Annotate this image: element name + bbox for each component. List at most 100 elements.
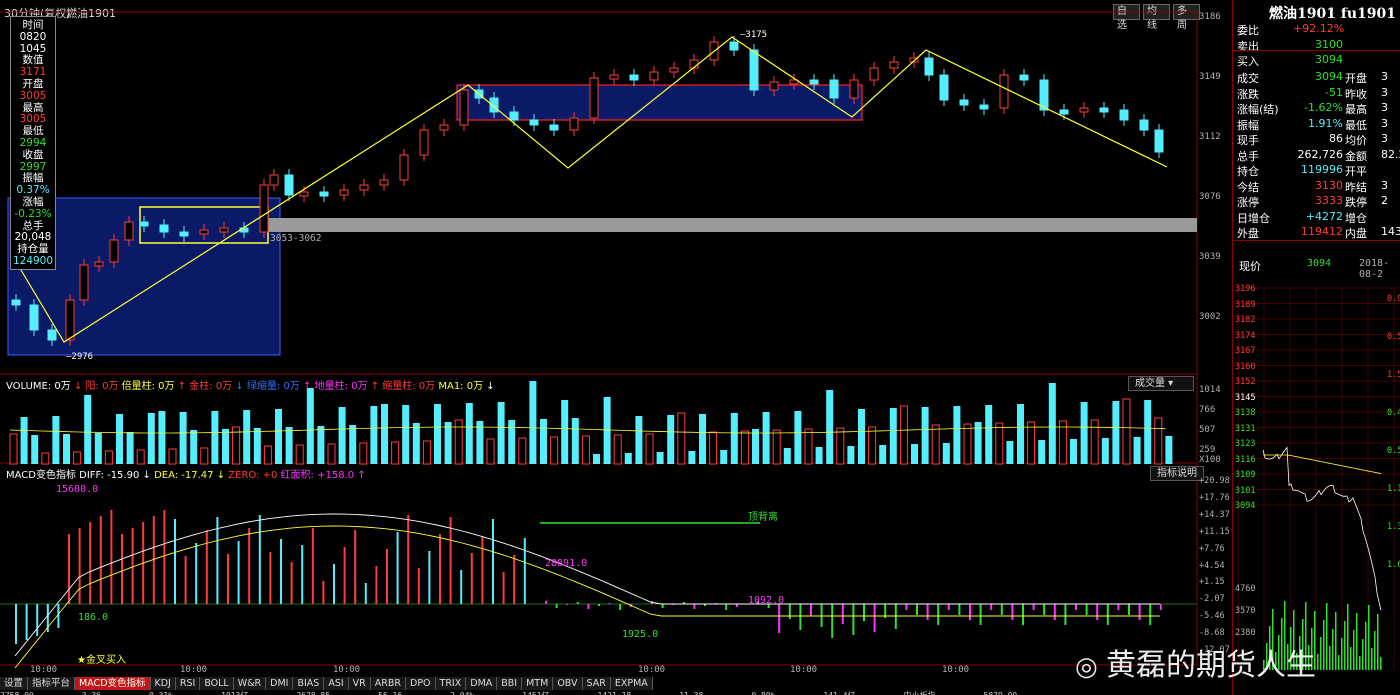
macd-bar	[216, 517, 219, 604]
candle-body	[1059, 109, 1069, 115]
intraday-tick: 3101	[1235, 485, 1256, 496]
indicator-tab[interactable]: TRIX	[435, 677, 467, 690]
candle-body	[459, 89, 469, 126]
volume-bar	[699, 414, 706, 464]
candle-body	[959, 99, 969, 106]
intraday-tick: 3109	[1235, 470, 1256, 480]
macd-bar	[1159, 604, 1162, 610]
macd-bar	[788, 604, 791, 619]
volume-bar	[613, 434, 622, 465]
macd-bar	[439, 534, 441, 604]
quote-label: 增仓	[1345, 211, 1367, 225]
macd-bar	[555, 604, 558, 608]
volume-bar	[783, 448, 791, 464]
volume-bar	[253, 428, 261, 464]
indicator-tab[interactable]: ARBR	[370, 677, 406, 690]
quote-label: 涨跌	[1237, 87, 1259, 101]
time-tick: 10:00	[790, 665, 818, 675]
volume-bar	[434, 404, 441, 464]
macd-bar	[820, 604, 823, 627]
indicator-tab[interactable]: KDJ	[150, 677, 176, 690]
quote-label: 涨停	[1237, 196, 1259, 209]
indicator-tab[interactable]: DPO	[406, 677, 436, 690]
macd-bar	[799, 604, 802, 630]
volume-header: VOLUME: 0万 ↓ 阳: 0万 倍量柱: 0万 ↑ 金柱: 0万 ↓ 绿缩…	[6, 377, 495, 392]
candle-body	[439, 124, 449, 131]
macd-bar	[619, 604, 622, 610]
macd-bar	[407, 515, 410, 604]
macd-bar	[280, 539, 282, 604]
quote-value: 3333	[1315, 194, 1343, 207]
macd-bar	[248, 528, 251, 604]
intraday-vol-bar	[1332, 629, 1334, 670]
indicator-tab[interactable]: 设置	[0, 677, 29, 690]
volume-bar	[1154, 417, 1163, 465]
candle-body	[1099, 107, 1109, 113]
macd-header-item: MACD变色指标	[6, 470, 80, 481]
indicator-tab[interactable]: BOLL	[200, 677, 234, 690]
indicator-tab[interactable]: EXPMA	[610, 677, 653, 690]
quote-label: 总手	[1237, 149, 1259, 163]
indicator-tab[interactable]: SAR	[582, 677, 611, 690]
indicator-tab[interactable]: DMI	[266, 677, 294, 690]
macd-header-item: DIFF: -15.90 ↓	[79, 470, 155, 481]
intraday-vol-bar	[1368, 605, 1370, 670]
macd-bar	[121, 534, 123, 604]
volume-bar	[1090, 419, 1099, 465]
price-chart[interactable]	[0, 0, 1230, 695]
quote-label: 成交	[1237, 72, 1259, 85]
indicator-tab[interactable]: BBI	[497, 677, 523, 690]
macd-bar	[1043, 604, 1046, 615]
quote-label: 现手	[1237, 134, 1259, 147]
indicator-dropdown[interactable]: 成交量 ▾	[1128, 376, 1194, 391]
volume-bar	[1027, 421, 1036, 465]
macd-bar	[894, 604, 897, 629]
intraday-tick: 3160	[1235, 361, 1256, 372]
indicator-tab[interactable]: BIAS	[293, 677, 325, 690]
indicator-tab[interactable]: VR	[348, 677, 371, 690]
quote-label: 涨幅(结)	[1237, 103, 1279, 116]
status-strip: 2758.00 3.36 0.31% 1013亿 2678.85 55.16 2.04% 14…	[0, 690, 1230, 695]
indicator-tab[interactable]: W&R	[233, 677, 267, 690]
macd-tick: +7.76	[1199, 543, 1225, 554]
indicator-tab[interactable]: 指标平台	[28, 677, 76, 690]
macd-bar	[36, 604, 39, 636]
candle-body	[94, 261, 104, 267]
indicator-tab[interactable]: RSI	[175, 677, 201, 690]
crosshair-info-box: 时间 0820 1045 数值 3171 开盘 3005 最高 3005 最低 2994 收盘 2997…	[10, 16, 56, 270]
macd-label-d: 1925.0	[622, 629, 659, 640]
status-item: 0.80%	[751, 691, 775, 695]
macd-bar	[492, 519, 494, 604]
quote-value: 3	[1381, 132, 1388, 145]
volume-bar	[486, 438, 495, 465]
volume-bar	[126, 432, 134, 464]
candle-body	[79, 264, 89, 301]
candle-body	[269, 174, 279, 186]
macd-bar	[110, 510, 113, 604]
macd-histogram	[15, 510, 1162, 644]
quote-label: 买入	[1237, 55, 1259, 68]
volume-header-item: ↑ 金柱: 0万	[177, 381, 236, 392]
volume-bar	[200, 447, 209, 465]
macd-bar	[481, 536, 484, 604]
intraday-vol-bar	[1353, 630, 1355, 670]
candle-body	[1019, 74, 1029, 81]
indicator-help-button[interactable]: 指标说明	[1150, 466, 1204, 481]
candle-body	[529, 119, 539, 126]
candle-body	[979, 104, 989, 110]
status-item: 2678.85	[296, 691, 330, 695]
intraday-chart[interactable]	[1233, 280, 1400, 675]
candle-body	[729, 41, 739, 51]
indicator-tab[interactable]: MACD变色指标	[75, 677, 151, 690]
macd-bar	[513, 555, 516, 604]
volume-bar	[370, 406, 378, 464]
macd-bar	[195, 543, 198, 604]
indicator-tab[interactable]: MTM	[522, 677, 554, 690]
volume-bar	[317, 426, 325, 464]
indicator-tab[interactable]: OBV	[553, 677, 583, 690]
indicator-tab[interactable]: ASI	[324, 677, 349, 690]
indicator-tab[interactable]: DMA	[466, 677, 498, 690]
volume-bar	[603, 397, 611, 464]
quote-label: 日增仓	[1237, 211, 1270, 225]
volume-bar	[1070, 439, 1077, 464]
